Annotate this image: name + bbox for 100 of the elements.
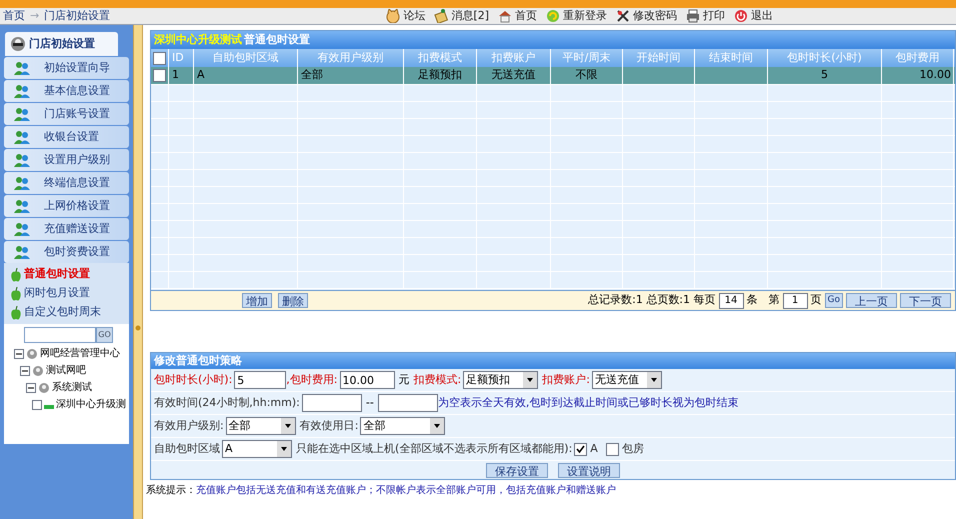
people-icon [14,176,30,190]
power-icon [734,9,748,23]
toolbar-button[interactable]: 删除 [278,293,308,308]
sidebar-menu-item[interactable]: 初始设置向导 [4,57,129,79]
page-number-field[interactable]: 1 [782,292,808,308]
dropdown[interactable]: 足额预扣 [463,371,538,389]
caret-icon [646,372,661,388]
dropdown[interactable]: 全部 [226,417,296,435]
breadcrumb-link[interactable]: 首页 [3,8,25,24]
input-field[interactable]: 10.00 [340,371,394,389]
toolbar-button[interactable]: 修改密码 [616,8,677,24]
help-note: 为空表示全天有效,包时到达截止时间或已够时长视为包时结束 [438,394,738,411]
record-summary: 总记录数:1 总页数:1 每页 [588,292,716,308]
people-icon [14,245,30,259]
sidebar-menu-item[interactable]: 终端信息设置 [4,172,129,194]
sidebar-menu-item[interactable]: 上网价格设置 [4,195,129,217]
toolbar-button[interactable]: 消息[2] [434,8,489,24]
tree-node[interactable]: 深圳中心升级测 [56,397,126,412]
toolbar-button[interactable]: 增加 [242,293,272,308]
cat-face-icon [386,9,400,23]
tree-toggle[interactable] [26,382,36,392]
field-label: 有效使用日: [300,418,358,434]
table-cell-text: 无送充值 [490,67,536,84]
minus-icon [16,350,22,356]
form-button[interactable]: 设置说明 [558,462,620,478]
sidebar-menu-item[interactable]: 充值赠送设置 [4,218,129,240]
checkbox[interactable] [606,442,619,456]
sidebar-menu-item[interactable]: 门店账号设置 [4,103,129,125]
hint-label: 系统提示： [146,484,196,498]
sidebar-menu-item[interactable]: 设置用户级别 [4,149,129,171]
page-size-field[interactable]: 14 [718,292,744,308]
table-row[interactable]: 1 A 全部 足额预扣 无送充值 不限 5 10.00 [151,67,955,85]
submenu-item[interactable]: 普通包时设置 [4,265,129,284]
table-cell-text: A [196,67,206,84]
printer-icon [686,9,700,23]
tree-toggle[interactable] [32,400,42,410]
checkbox-label: 包房 [622,440,644,457]
computer-icon [32,364,44,376]
people-icon [14,107,30,121]
toolbar-button[interactable]: 重新登录 [546,8,607,24]
dot-icon [135,325,141,331]
apple-icon [10,306,22,320]
input-field[interactable] [302,394,362,412]
select-all-checkbox[interactable] [153,52,166,64]
table-cell-text: 全部 [300,67,324,84]
checkbox[interactable] [574,442,588,456]
breadcrumb-separator: → [30,8,40,24]
tree-node[interactable]: 测试网吧 [46,363,86,378]
dropdown[interactable]: 无送充值 [592,371,662,389]
apple-icon [10,268,22,282]
refresh-icon [546,9,560,23]
search-field[interactable] [24,327,96,343]
row-checkbox[interactable] [153,69,166,82]
next-page-button[interactable]: 下一页 [900,293,951,308]
field-label: ,包时费用: [286,372,338,388]
unit-label: 条 [746,292,758,308]
computer-icon [26,348,38,360]
people-icon [14,199,30,213]
previous-page-button[interactable]: 上一页 [846,293,897,308]
toolbar-button[interactable]: 退出 [734,8,773,24]
panel-title: 普通包时设置 [244,32,310,48]
input-field[interactable] [378,394,438,412]
tree-toggle[interactable] [14,348,24,358]
caret-icon [523,372,538,388]
table-cell-text: 足额预扣 [417,67,463,84]
sidebar-menu-item[interactable]: 基本信息设置 [4,80,129,102]
go-button[interactable]: GO [96,327,113,343]
go-button[interactable]: Go [824,293,843,308]
input-field[interactable]: 5 [234,371,286,389]
submenu-item[interactable]: 闲时包月设置 [4,284,129,303]
people-icon [14,222,30,236]
field-label: 自助包时区域 [154,440,220,457]
toolbar-button[interactable]: 首页 [498,8,537,24]
tree-node[interactable]: 网吧经营管理中心 [40,346,120,361]
form-button[interactable]: 保存设置 [486,462,548,478]
check-icon [576,444,586,454]
dropdown[interactable]: 全部 [360,417,446,435]
bar-icon [44,405,54,409]
apple-icon [10,286,22,300]
sidebar-title: 门店初始设置 [29,36,95,52]
sidebar-menu-item[interactable]: 收银台设置 [4,126,129,148]
computer-icon [38,382,50,394]
table-cell-text: 5 [820,67,829,84]
field-label: 扣费模式: [414,372,462,388]
person-icon [10,36,26,52]
dropdown[interactable]: A [222,440,292,458]
tree-toggle[interactable] [20,366,30,376]
toolbar-button[interactable]: 打印 [686,8,725,24]
toolbar-button[interactable]: 论坛 [386,8,426,24]
tree-node[interactable]: 系统测试 [52,380,92,395]
table-cell-text: 1 [171,67,180,84]
people-icon [14,61,30,75]
caret-icon [280,418,295,434]
unit-label: -- [366,394,374,411]
sidebar-menu-item[interactable]: 包时资费设置 [4,241,129,263]
submenu-item[interactable]: 自定义包时周末 [4,303,129,322]
unit-label: 元 [398,372,410,388]
breadcrumb-link[interactable]: 门店初始设置 [44,8,110,24]
field-label: 只能在选中区域上机(全部区域不选表示所有区域都能用): [296,440,572,457]
store-name: 深圳中心升级测试 [154,32,242,48]
